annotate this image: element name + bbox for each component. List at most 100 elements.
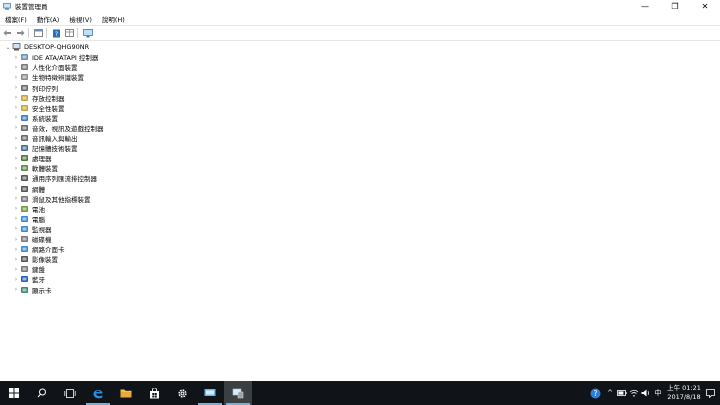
chevron-down-icon[interactable]: ⌄ <box>4 44 12 51</box>
chevron-right-icon[interactable]: › <box>12 205 20 212</box>
tree-item-label: 人性化介面裝置 <box>32 64 78 73</box>
clock-time: 上午 01:21 <box>667 384 701 392</box>
bluetooth-icon <box>21 276 28 283</box>
computer-icon <box>12 43 21 51</box>
tree-item[interactable]: › 網路介面卡 <box>12 244 65 255</box>
tree-item-label: 電池 <box>32 205 45 214</box>
software-device-icon <box>21 165 28 172</box>
show-desktop-button[interactable] <box>716 381 720 405</box>
show-hidden-icons-button[interactable]: ^ <box>604 381 616 405</box>
taskbar-control-panel-button[interactable] <box>196 381 224 405</box>
tree-root-label: DESKTOP-QHG90NR <box>24 43 90 51</box>
chevron-right-icon[interactable]: › <box>12 195 20 202</box>
tree-item[interactable]: › 網體 <box>12 184 45 194</box>
menu-file[interactable]: 檔案(F) <box>0 14 32 24</box>
search-button[interactable] <box>28 381 56 405</box>
firmware-icon <box>21 185 28 192</box>
chevron-right-icon[interactable]: › <box>12 165 20 172</box>
chevron-right-icon[interactable]: › <box>12 276 20 283</box>
menu-view[interactable]: 檢視(V) <box>64 14 97 24</box>
tree-item-label: 藍牙 <box>32 276 45 285</box>
tree-item[interactable]: › 處理器 <box>12 153 52 164</box>
taskbar-explorer-button[interactable] <box>112 381 140 405</box>
forward-button[interactable] <box>15 28 26 39</box>
mouse-icon <box>21 195 28 202</box>
start-button[interactable] <box>0 381 28 405</box>
tree-item-label: 生物特徵辨識裝置 <box>32 74 84 83</box>
tree-item[interactable]: › 影像裝置 <box>12 254 58 265</box>
tree-item[interactable]: › 安全性裝置 <box>12 103 65 113</box>
volume-tray-button[interactable] <box>640 381 652 405</box>
tree-item[interactable]: › 音訊輸入與輸出 <box>12 133 78 144</box>
tree-root[interactable]: ⌄ DESKTOP-QHG90NR <box>4 42 89 52</box>
tree-item[interactable]: › 音效，視訊及遊戲控制器 <box>12 123 104 133</box>
chevron-right-icon[interactable]: › <box>12 225 20 232</box>
control-panel-icon <box>204 389 216 396</box>
scan-changes-button[interactable] <box>64 28 75 39</box>
window-title: 裝置管理員 <box>15 3 48 11</box>
chevron-right-icon[interactable]: › <box>12 84 20 91</box>
chevron-right-icon[interactable]: › <box>12 54 20 61</box>
tree-item[interactable]: › 監視器 <box>12 224 52 234</box>
tree-item[interactable]: › 記憶體技術裝置 <box>12 143 78 154</box>
chevron-right-icon[interactable]: › <box>12 215 20 222</box>
battery-tray-button[interactable] <box>616 381 628 405</box>
taskbar-device-manager-button[interactable] <box>224 381 252 405</box>
chevron-right-icon[interactable]: › <box>12 286 20 293</box>
chevron-right-icon[interactable]: › <box>12 175 20 182</box>
chevron-right-icon[interactable]: › <box>12 266 20 273</box>
menu-help[interactable]: 說明(H) <box>97 14 130 24</box>
chevron-right-icon[interactable]: › <box>12 246 20 253</box>
chevron-right-icon[interactable]: › <box>12 236 20 243</box>
tree-item[interactable]: › 鍵盤 <box>12 264 45 275</box>
security-device-icon <box>21 104 28 111</box>
properties-view-button[interactable] <box>33 28 44 39</box>
monitor-button[interactable] <box>82 28 93 39</box>
chevron-right-icon[interactable]: › <box>12 155 20 162</box>
tree-item[interactable]: › 軟體裝置 <box>12 163 58 174</box>
tree-item[interactable]: › 滑鼠及其他指標裝置 <box>12 194 91 204</box>
chevron-right-icon[interactable]: › <box>12 114 20 121</box>
tree-item[interactable]: › 電腦 <box>12 214 45 224</box>
search-icon <box>37 388 46 398</box>
tree-item[interactable]: › 藍牙 <box>12 274 45 285</box>
minimize-button[interactable]: — <box>630 0 660 12</box>
menu-action[interactable]: 動作(A) <box>32 14 65 24</box>
tree-item[interactable]: › 電池 <box>12 204 45 214</box>
chevron-right-icon[interactable]: › <box>12 104 20 111</box>
taskbar-settings-button[interactable] <box>168 381 196 405</box>
close-button[interactable]: ✕ <box>690 0 720 12</box>
tree-item[interactable]: › 列印佇列 <box>12 83 58 93</box>
back-button[interactable] <box>2 28 13 39</box>
tree-item[interactable]: › 系統裝置 <box>12 113 58 123</box>
chevron-right-icon[interactable]: › <box>12 74 20 81</box>
help-button[interactable]: ? <box>51 28 62 39</box>
tree-item[interactable]: › IDE ATA/ATAPI 控制器 <box>12 52 99 63</box>
tree-item[interactable]: › 通用序列匯流排控制器 <box>12 173 97 184</box>
tree-item-label: 網路介面卡 <box>32 246 65 255</box>
tree-item[interactable]: › 生物特徵辨識裝置 <box>12 72 84 83</box>
task-view-button[interactable] <box>56 381 84 405</box>
tree-item[interactable]: › 顯示卡 <box>12 285 52 295</box>
taskbar-store-button[interactable] <box>140 381 168 405</box>
chevron-right-icon[interactable]: › <box>12 94 20 101</box>
wifi-tray-button[interactable] <box>628 381 640 405</box>
help-tray-button[interactable]: ? <box>586 381 604 405</box>
tree-item-label: 磁碟機 <box>32 236 52 244</box>
chevron-right-icon[interactable]: › <box>12 256 20 263</box>
help-book-icon: ? <box>53 29 60 38</box>
chevron-right-icon[interactable]: › <box>12 124 20 131</box>
tree-item[interactable]: › 磁碟機 <box>12 234 52 245</box>
chevron-right-icon[interactable]: › <box>12 135 20 142</box>
restore-button[interactable]: ❐ <box>660 0 690 12</box>
tree-item[interactable]: › 存放控制器 <box>12 93 65 103</box>
ime-indicator[interactable]: 中 <box>652 381 664 405</box>
taskbar-edge-button[interactable] <box>84 381 112 405</box>
action-center-button[interactable] <box>704 381 716 405</box>
taskbar-clock[interactable]: 上午 01:21 2017/8/18 <box>664 384 704 402</box>
chevron-right-icon[interactable]: › <box>12 185 20 192</box>
tree-item-label: 記憶體技術裝置 <box>32 145 78 154</box>
chevron-right-icon[interactable]: › <box>12 64 20 71</box>
chevron-right-icon[interactable]: › <box>12 145 20 152</box>
tree-item[interactable]: › 人性化介面裝置 <box>12 62 78 73</box>
